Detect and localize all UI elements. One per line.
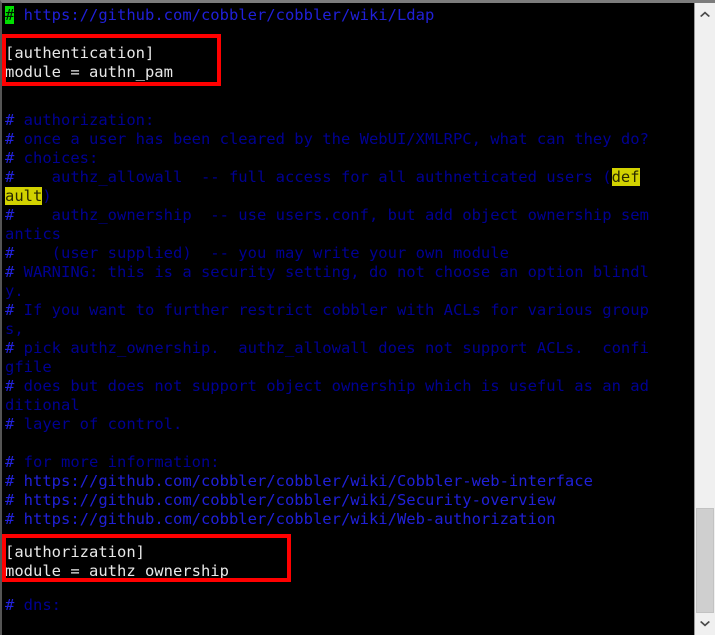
editor-line: module = authn_pam xyxy=(5,63,173,81)
editor-line-text: https://github.com/cobbler/cobbler/wiki/… xyxy=(14,6,435,24)
comment-hash: # xyxy=(5,130,15,148)
chevron-down-icon xyxy=(699,620,711,628)
editor-line-text: ) xyxy=(42,187,52,205)
editor-line: # dns: xyxy=(5,596,61,615)
editor-line-text: pick authz_ownership. authz_allowall doe… xyxy=(14,339,649,357)
comment-hash: # xyxy=(5,472,15,490)
editor-line: # authz_ownership -- use users.conf, but… xyxy=(5,206,649,225)
editor-line: # authz_allowall -- full access for all … xyxy=(5,168,640,187)
editor-line: # https://github.com/cobbler/cobbler/wik… xyxy=(5,510,556,529)
editor-line: # does but does not support object owner… xyxy=(5,377,649,396)
editor-line: [authorization] xyxy=(5,543,145,561)
editor-line: s, xyxy=(5,320,24,338)
editor-line-text: WARNING: this is a security setting, do … xyxy=(14,263,649,281)
editor-line: # WARNING: this is a security setting, d… xyxy=(5,263,649,282)
comment-hash: # xyxy=(5,491,15,509)
editor-line-text: does but does not support object ownersh… xyxy=(14,377,649,395)
comment-hash: # xyxy=(5,263,15,281)
editor-line-text: choices: xyxy=(14,149,99,167)
editor-line-url: https://github.com/cobbler/cobbler/wiki/… xyxy=(14,472,593,490)
editor-line: [authentication] xyxy=(5,44,155,62)
chevron-up-icon xyxy=(699,10,711,18)
scrollbar-track[interactable] xyxy=(695,25,715,613)
status-line: 20,1 33% xyxy=(2,615,694,635)
editor-line-text: layer of control. xyxy=(14,415,183,433)
editor-line: ault) xyxy=(5,187,52,206)
editor-line-url: https://github.com/cobbler/cobbler/wiki/… xyxy=(14,491,556,509)
editor-line: # pick authz_ownership. authz_allowall d… xyxy=(5,339,649,358)
editor-line-text: dns: xyxy=(14,596,62,614)
editor-line-text: If you want to further restrict cobbler … xyxy=(14,301,649,319)
search-highlight: ault xyxy=(5,187,43,205)
scrollbar-thumb[interactable] xyxy=(696,508,714,613)
editor-line-text: authz_allowall -- full access for all au… xyxy=(14,168,612,186)
editor-line: y. xyxy=(5,282,24,300)
editor-line: # https://github.com/cobbler/cobbler/wik… xyxy=(5,491,556,510)
comment-hash: # xyxy=(5,149,15,167)
comment-hash: # xyxy=(5,301,15,319)
comment-hash: # xyxy=(5,377,15,395)
comment-hash: # xyxy=(5,244,15,262)
editor-line-text: for more information: xyxy=(14,453,220,471)
scroll-up-button[interactable] xyxy=(695,3,715,25)
comment-hash: # xyxy=(5,453,15,471)
editor-text-area[interactable]: # https://github.com/cobbler/cobbler/wik… xyxy=(2,3,694,635)
comment-hash: # xyxy=(5,596,15,614)
editor-line: # (user supplied) -- you may write your … xyxy=(5,244,509,263)
comment-hash: # xyxy=(5,206,15,224)
comment-hash: # xyxy=(5,510,15,528)
editor-line-text: authz_ownership -- use users.conf, but a… xyxy=(14,206,649,224)
editor-line: antics xyxy=(5,225,61,243)
editor-line: module = authz_ownership xyxy=(5,562,229,580)
editor-line: # once a user has been cleared by the We… xyxy=(5,130,649,149)
cursor-block: # xyxy=(5,6,15,24)
comment-hash: # xyxy=(5,111,15,129)
editor-line: # choices: xyxy=(5,149,98,168)
vertical-scrollbar[interactable] xyxy=(694,3,715,635)
editor-line-text: once a user has been cleared by the WebU… xyxy=(14,130,649,148)
editor-line: # for more information: xyxy=(5,453,220,472)
editor-line-text: authorization: xyxy=(14,111,155,129)
editor-line: gfile xyxy=(5,358,52,376)
editor-line-url: https://github.com/cobbler/cobbler/wiki/… xyxy=(14,510,556,528)
editor-line: # authorization: xyxy=(5,111,154,130)
comment-hash: # xyxy=(5,168,15,186)
comment-hash: # xyxy=(5,339,15,357)
comment-hash: # xyxy=(5,415,15,433)
editor-line: # https://github.com/cobbler/cobbler/wik… xyxy=(5,6,434,25)
editor-line: # layer of control. xyxy=(5,415,182,434)
editor-line: # If you want to further restrict cobble… xyxy=(5,301,649,320)
terminal-window: # https://github.com/cobbler/cobbler/wik… xyxy=(0,0,715,635)
editor-line-text: (user supplied) -- you may write your ow… xyxy=(14,244,509,262)
editor-line: # https://github.com/cobbler/cobbler/wik… xyxy=(5,472,593,491)
scroll-down-button[interactable] xyxy=(695,613,715,635)
search-highlight: def xyxy=(611,168,640,186)
editor-line: ditional xyxy=(5,396,80,414)
